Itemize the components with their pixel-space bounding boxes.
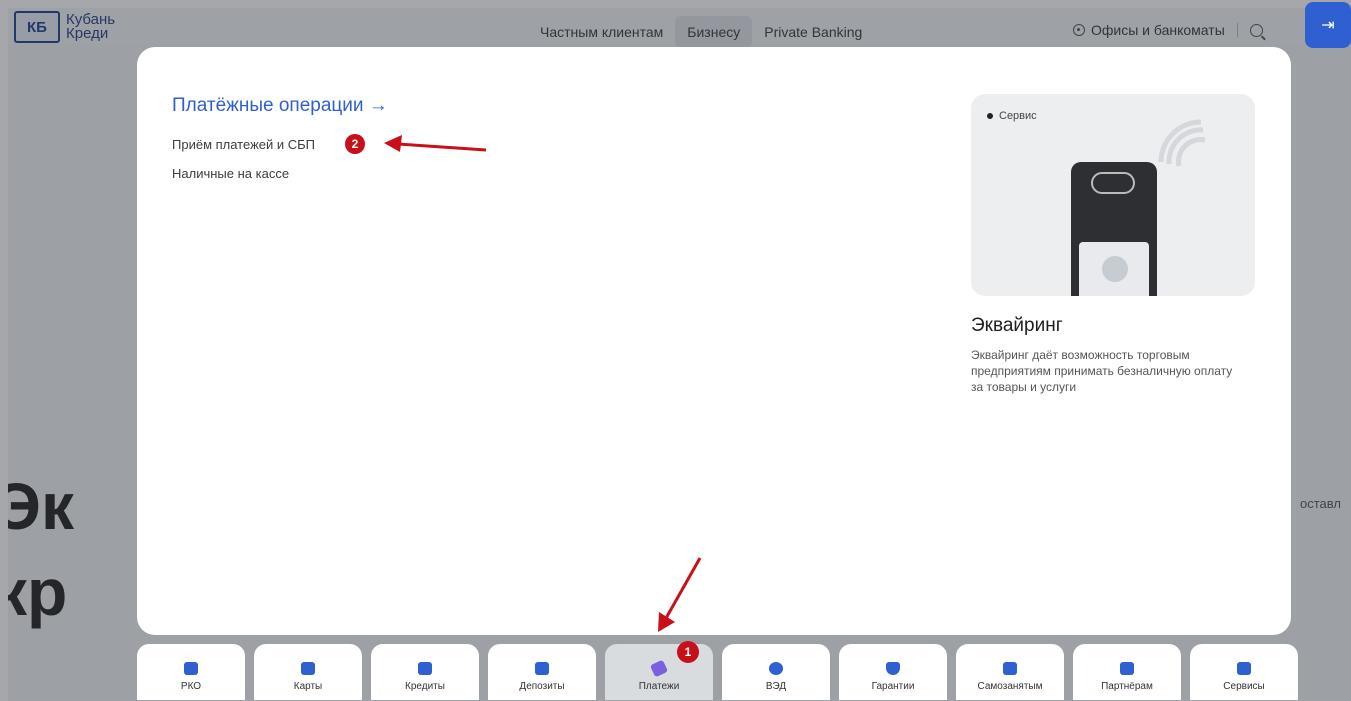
people-icon bbox=[1120, 662, 1134, 675]
tab-partners[interactable]: Партнёрам bbox=[1073, 644, 1181, 700]
tab-label: Сервисы bbox=[1223, 681, 1265, 692]
menu-link-payments-sbp[interactable]: Приём платежей и СБП bbox=[172, 137, 315, 152]
tab-guarantees[interactable]: Гарантии bbox=[839, 644, 947, 700]
category-tabbar: РКО Карты Кредиты Депозиты Платежи ВЭД Г… bbox=[137, 644, 1298, 700]
menu-link-cash[interactable]: Наличные на кассе bbox=[172, 166, 289, 181]
folder-icon bbox=[184, 662, 198, 675]
payment-terminal-image bbox=[1071, 162, 1157, 296]
contactless-waves-icon bbox=[1158, 119, 1206, 167]
payment-icon bbox=[649, 659, 669, 678]
check-icon bbox=[1102, 256, 1128, 282]
tab-label: РКО bbox=[180, 681, 202, 692]
promo-description: Эквайринг даёт возможность торговым пред… bbox=[971, 348, 1233, 394]
squares-icon bbox=[1237, 662, 1251, 675]
login-icon: ⇥ bbox=[1321, 17, 1335, 34]
bar-chart-icon bbox=[535, 662, 549, 675]
tab-rko[interactable]: РКО bbox=[137, 644, 245, 700]
tab-ved[interactable]: ВЭД bbox=[722, 644, 830, 700]
shield-icon bbox=[886, 662, 900, 675]
nfc-icon bbox=[1091, 172, 1135, 194]
promo-tag-label: Сервис bbox=[999, 110, 1037, 122]
promo-tag: Сервис bbox=[987, 110, 1037, 122]
promo-card-acquiring[interactable]: Сервис bbox=[971, 94, 1255, 296]
tab-label: Гарантии bbox=[871, 681, 915, 692]
wallet-icon bbox=[418, 662, 432, 675]
mega-menu-panel: Платёжные операции → Приём платежей и СБ… bbox=[137, 47, 1291, 635]
annotation-badge-2: 2 bbox=[345, 134, 365, 154]
card-icon bbox=[301, 662, 315, 675]
tab-label: Кредиты bbox=[405, 681, 445, 692]
tab-label: Карты bbox=[293, 681, 323, 692]
login-button[interactable]: ⇥ bbox=[1305, 2, 1351, 48]
tab-label: Депозиты bbox=[519, 681, 565, 692]
tab-label: Партнёрам bbox=[1101, 681, 1153, 692]
terminal-screen bbox=[1079, 242, 1149, 296]
tab-credits[interactable]: Кредиты bbox=[371, 644, 479, 700]
section-title-payment-operations[interactable]: Платёжные операции → bbox=[172, 95, 388, 117]
tab-self-employed[interactable]: Самозанятым bbox=[956, 644, 1064, 700]
monitor-icon bbox=[1003, 662, 1017, 675]
annotation-badge-1: 1 bbox=[677, 641, 699, 663]
tab-label: Платежи bbox=[638, 681, 680, 692]
tab-label: ВЭД bbox=[765, 681, 787, 692]
promo-title[interactable]: Эквайринг bbox=[971, 315, 1063, 337]
tab-label: Самозанятым bbox=[977, 681, 1043, 692]
dot-icon bbox=[987, 113, 993, 119]
tab-cards[interactable]: Карты bbox=[254, 644, 362, 700]
globe-icon bbox=[769, 662, 783, 675]
tab-deposits[interactable]: Депозиты bbox=[488, 644, 596, 700]
tab-services[interactable]: Сервисы bbox=[1190, 644, 1298, 700]
